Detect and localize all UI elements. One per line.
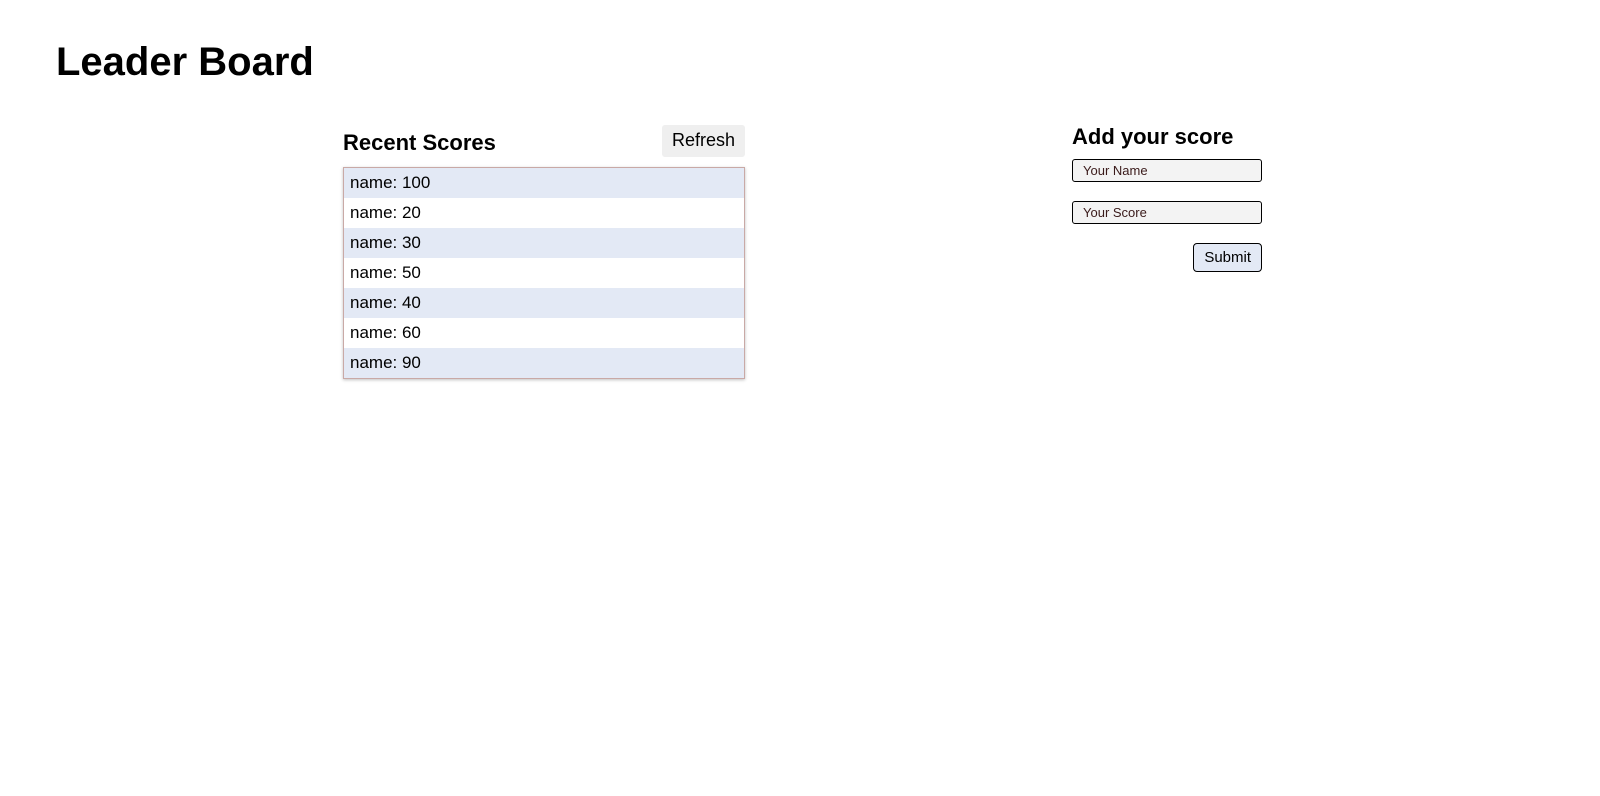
score-list-item: name: 50 <box>344 258 744 288</box>
submit-button[interactable]: Submit <box>1193 243 1262 272</box>
recent-scores-header: Recent Scores Refresh <box>343 124 745 157</box>
leaderboard-page: Leader Board Recent Scores Refresh name:… <box>0 0 1600 796</box>
recent-scores-panel: Recent Scores Refresh name: 100 name: 20… <box>343 124 745 379</box>
recent-scores-title: Recent Scores <box>343 129 496 155</box>
score-list-item: name: 100 <box>344 168 744 198</box>
score-list-item: name: 90 <box>344 348 744 378</box>
score-list-item: name: 40 <box>344 288 744 318</box>
submit-row: Submit <box>1072 243 1262 272</box>
score-list: name: 100 name: 20 name: 30 name: 50 nam… <box>343 167 745 379</box>
score-list-item: name: 60 <box>344 318 744 348</box>
add-score-title: Add your score <box>1072 124 1234 149</box>
score-input[interactable] <box>1072 201 1262 224</box>
score-list-item: name: 30 <box>344 228 744 258</box>
page-title: Leader Board <box>56 40 314 84</box>
name-input[interactable] <box>1072 159 1262 182</box>
add-score-panel: Add your score Submit <box>1072 124 1262 272</box>
score-list-item: name: 20 <box>344 198 744 228</box>
refresh-button[interactable]: Refresh <box>661 124 745 157</box>
